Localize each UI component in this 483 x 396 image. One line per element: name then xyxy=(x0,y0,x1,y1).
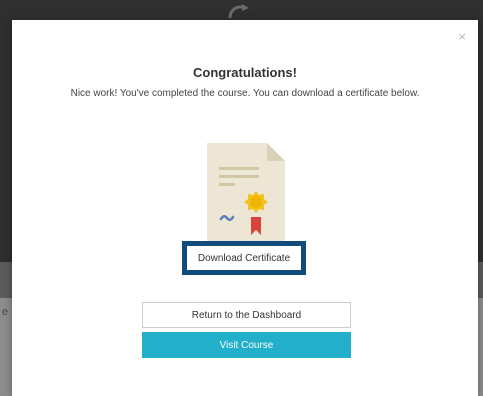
download-certificate-button[interactable]: Download Certificate xyxy=(182,241,306,275)
modal-title: Congratulations! xyxy=(193,65,297,80)
visit-course-button[interactable]: Visit Course xyxy=(142,332,351,358)
completion-modal: × Congratulations! Nice work! You've com… xyxy=(12,20,478,396)
background-partial-text: e xyxy=(2,306,9,318)
return-dashboard-button[interactable]: Return to the Dashboard xyxy=(142,302,351,328)
certificate-icon xyxy=(207,143,285,243)
close-icon[interactable]: × xyxy=(458,30,466,43)
modal-message: Nice work! You've completed the course. … xyxy=(70,88,420,99)
background-arrow-icon xyxy=(228,4,249,18)
